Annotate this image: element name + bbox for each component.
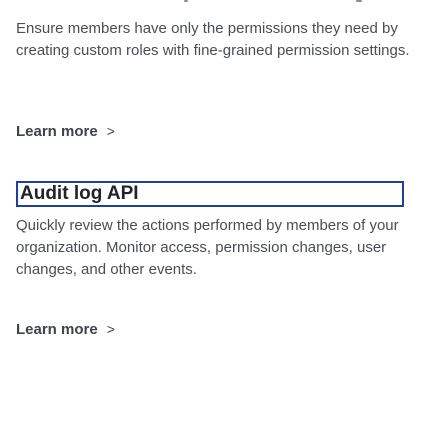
learn-more-label: Learn more [16, 321, 98, 338]
learn-more-link-audit-log[interactable]: Learn more > [16, 320, 115, 339]
chevron-right-icon: > [106, 122, 115, 139]
audit-log-api-heading[interactable]: Audit log API [16, 181, 404, 207]
chevron-right-icon: > [106, 320, 115, 337]
content-page: Ensure members have only the permissions… [0, 0, 448, 448]
learn-more-label: Learn more [16, 123, 98, 140]
custom-roles-description: Ensure members have only the permissions… [16, 20, 410, 59]
audit-log-description: Quickly review the actions performed by … [16, 217, 399, 278]
clipped-text-fragment [184, 0, 364, 3]
learn-more-link-custom-roles[interactable]: Learn more > [16, 122, 115, 141]
